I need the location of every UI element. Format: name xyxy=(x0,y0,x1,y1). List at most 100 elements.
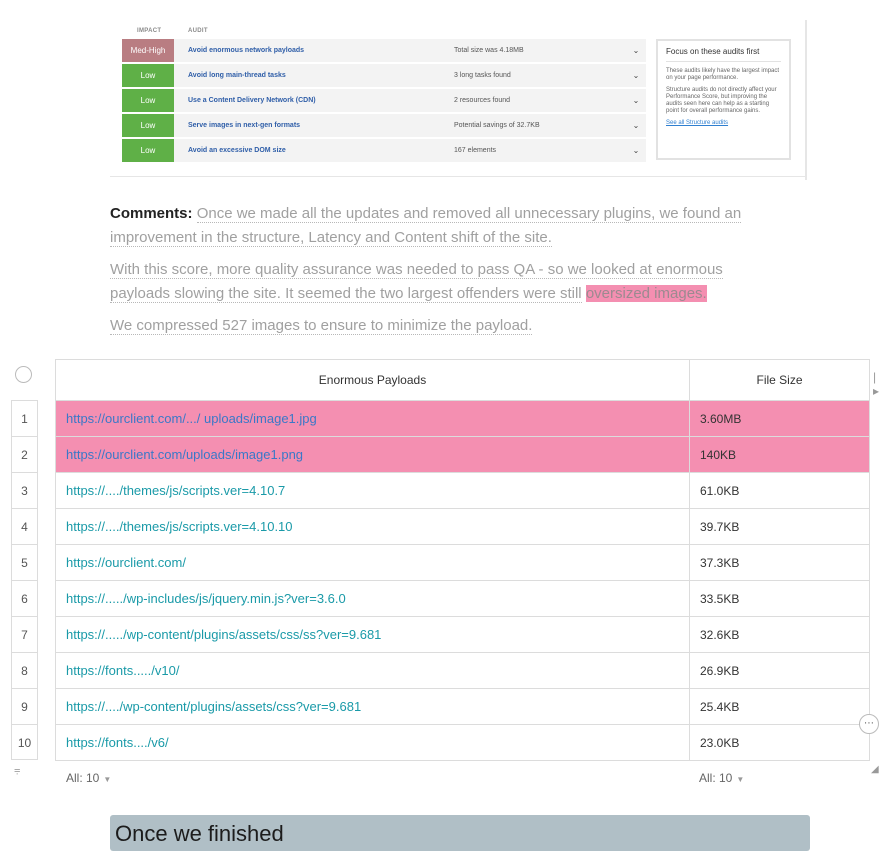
audit-detail: 3 long tasks found xyxy=(454,72,511,79)
payload-url-link[interactable]: https://fonts...../v10/ xyxy=(56,653,689,688)
comment-paragraph-1: Comments: Once we made all the updates a… xyxy=(110,202,742,250)
audit-divider xyxy=(110,176,805,177)
impact-badge: Low xyxy=(122,89,174,112)
file-size-cell[interactable]: 32.6KB xyxy=(689,617,869,652)
payload-url-link[interactable]: https://fonts..../v6/ xyxy=(56,725,689,760)
audit-col-audit: AUDIT xyxy=(188,28,208,34)
section-heading: Once we finished xyxy=(110,815,810,851)
payload-url-link[interactable]: https://ourclient.com/ xyxy=(56,545,689,580)
footer-right-label: All: 10 xyxy=(699,771,733,785)
table-row[interactable]: https://..../wp-content/plugins/assets/c… xyxy=(56,688,869,724)
file-size-cell[interactable]: 26.9KB xyxy=(689,653,869,688)
row-number[interactable]: 7 xyxy=(11,616,38,652)
row-number[interactable]: 6 xyxy=(11,580,38,616)
table-row[interactable]: https://..../themes/js/scripts.ver=4.10.… xyxy=(56,508,869,544)
audit-name: Serve images in next-gen formats xyxy=(188,122,301,129)
audit-detail: Potential savings of 32.7KB xyxy=(454,122,540,129)
footer-count-right[interactable]: All: 10 ▼ xyxy=(699,771,744,785)
impact-badge: Low xyxy=(122,114,174,137)
payload-url-link[interactable]: https://..../wp-content/plugins/assets/c… xyxy=(56,689,689,724)
comment-p1-line2: improvement in the structure, Latency an… xyxy=(110,229,552,247)
comment-paragraph-3: We compressed 527 images to ensure to mi… xyxy=(110,314,533,338)
audit-row[interactable]: Low Avoid an excessive DOM size 167 elemen… xyxy=(122,139,646,162)
header-enormous-payloads[interactable]: Enormous Payloads xyxy=(56,360,689,400)
comment-p3: We compressed 527 images to ensure to mi… xyxy=(110,317,533,335)
payload-url-link[interactable]: https://ourclient.com/uploads/image1.png xyxy=(56,437,689,472)
impact-badge: Low xyxy=(122,139,174,162)
more-options-icon[interactable]: ⋯ xyxy=(859,714,879,734)
chevron-down-icon[interactable]: ⌄ xyxy=(626,114,646,137)
file-size-cell[interactable]: 33.5KB xyxy=(689,581,869,616)
impact-badge: Low xyxy=(122,64,174,87)
file-size-cell[interactable]: 23.0KB xyxy=(689,725,869,760)
table-row[interactable]: https://ourclient.com/uploads/image1.png… xyxy=(56,436,869,472)
focus-text-1: These audits likely have the largest imp… xyxy=(666,68,780,81)
chevron-down-icon[interactable]: ⌄ xyxy=(626,39,646,62)
file-size-cell[interactable]: 37.3KB xyxy=(689,545,869,580)
comment-p2-line1: With this score, more quality assurance … xyxy=(110,261,723,279)
audit-row[interactable]: Low Avoid long main-thread tasks 3 long ta… xyxy=(122,64,646,87)
audit-name: Avoid long main-thread tasks xyxy=(188,72,286,79)
table-row[interactable]: https://...../wp-includes/js/jquery.min.… xyxy=(56,580,869,616)
audit-row[interactable]: Low Use a Content Delivery Network (CDN) 2… xyxy=(122,89,646,112)
row-number[interactable]: 5 xyxy=(11,544,38,580)
chevron-down-icon[interactable]: ⌄ xyxy=(626,139,646,162)
table-row[interactable]: https://...../wp-content/plugins/assets/… xyxy=(56,616,869,652)
row-number[interactable]: 1 xyxy=(11,400,38,436)
chevron-down-icon[interactable]: ⌄ xyxy=(626,64,646,87)
see-all-structure-audits-link[interactable]: See all Structure audits xyxy=(666,120,781,126)
table-header: Enormous Payloads File Size xyxy=(56,360,869,400)
highlighted-text: oversized images. xyxy=(585,285,707,302)
payload-url-link[interactable]: https://..../themes/js/scripts.ver=4.10.… xyxy=(56,473,689,508)
row-number[interactable]: 9 xyxy=(11,688,38,724)
caret-down-icon: ▼ xyxy=(103,775,112,784)
caret-down-icon: ▼ xyxy=(736,775,745,784)
focus-text-2: Structure audits do not directly affect … xyxy=(666,87,777,114)
audit-row[interactable]: Low Serve images in next-gen formats Poten… xyxy=(122,114,646,137)
table-row[interactable]: https://..../themes/js/scripts.ver=4.10.… xyxy=(56,472,869,508)
file-size-cell[interactable]: 39.7KB xyxy=(689,509,869,544)
row-number[interactable]: 2 xyxy=(11,436,38,472)
audit-screenshot: IMPACT AUDIT Med-High Avoid enormous netw… xyxy=(110,20,807,180)
column-handle-icon[interactable]: |▸ xyxy=(873,370,882,398)
header-file-size[interactable]: File Size xyxy=(689,360,869,400)
audit-name: Avoid an excessive DOM size xyxy=(188,147,286,154)
payload-url-link[interactable]: https://ourclient.com/.../ uploads/image… xyxy=(56,401,689,436)
row-number[interactable]: 4 xyxy=(11,508,38,544)
comments-label: Comments: xyxy=(110,205,193,222)
audit-col-impact: IMPACT xyxy=(137,28,162,34)
comment-p1-line1: Once we made all the updates and removed… xyxy=(196,205,742,223)
audit-detail: 2 resources found xyxy=(454,97,511,104)
audit-name: Use a Content Delivery Network (CDN) xyxy=(188,97,316,104)
row-number[interactable]: 8 xyxy=(11,652,38,688)
table-row[interactable]: https://fonts...../v10/26.9KB xyxy=(56,652,869,688)
file-size-cell[interactable]: 3.60MB xyxy=(689,401,869,436)
resize-icon[interactable]: ◢ xyxy=(871,764,879,775)
file-size-cell[interactable]: 25.4KB xyxy=(689,689,869,724)
select-all-radio[interactable] xyxy=(15,366,32,383)
payload-url-link[interactable]: https://..../themes/js/scripts.ver=4.10.… xyxy=(56,509,689,544)
table-row[interactable]: https://ourclient.com/.../ uploads/image… xyxy=(56,400,869,436)
audit-detail: 167 elements xyxy=(454,147,497,154)
footer-count-left[interactable]: All: 10 ▼ xyxy=(66,771,111,785)
audit-detail: Total size was 4.18MB xyxy=(454,47,524,54)
table-row[interactable]: https://fonts..../v6/23.0KB xyxy=(56,724,869,760)
payload-url-link[interactable]: https://...../wp-content/plugins/assets/… xyxy=(56,617,689,652)
row-number[interactable]: 10 xyxy=(11,724,38,760)
audit-row[interactable]: Med-High Avoid enormous network payloads T… xyxy=(122,39,646,62)
table-row[interactable]: https://ourclient.com/37.3KB xyxy=(56,544,869,580)
file-size-cell[interactable]: 140KB xyxy=(689,437,869,472)
chevron-down-icon[interactable]: ⌄ xyxy=(626,89,646,112)
comment-paragraph-2: With this score, more quality assurance … xyxy=(110,258,723,306)
focus-box: Focus on these audits first These audits… xyxy=(656,39,791,160)
payload-url-link[interactable]: https://...../wp-includes/js/jquery.min.… xyxy=(56,581,689,616)
footer-left-label: All: 10 xyxy=(66,771,100,785)
file-size-cell[interactable]: 61.0KB xyxy=(689,473,869,508)
payload-table: Enormous Payloads File Size https://ourc… xyxy=(55,359,870,761)
filter-icon[interactable]: ⩦ xyxy=(14,764,20,777)
audit-name: Avoid enormous network payloads xyxy=(188,47,305,54)
impact-badge: Med-High xyxy=(122,39,174,62)
comment-p2-line2: payloads slowing the site. It seemed the… xyxy=(110,285,582,303)
row-number[interactable]: 3 xyxy=(11,472,38,508)
focus-title: Focus on these audits first xyxy=(666,47,781,62)
